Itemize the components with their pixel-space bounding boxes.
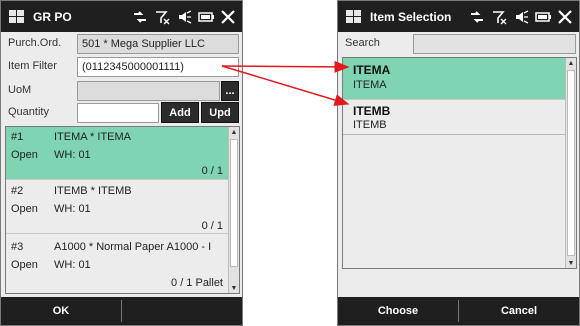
- volume-icon: [176, 9, 192, 25]
- item-name: ITEMA * ITEMA: [54, 131, 132, 143]
- windows-logo-icon[interactable]: [346, 9, 362, 24]
- item-selection-title-bar: Item Selection: [338, 1, 579, 32]
- close-icon[interactable]: [557, 9, 573, 25]
- item-name: ITEMB * ITEMB: [54, 185, 132, 197]
- grpo-window: GR PO Purch.Ord. 501 * Mega Supplier LLC…: [0, 0, 243, 326]
- item-filter-input[interactable]: (0112345000001111): [77, 57, 239, 77]
- item-number: #1: [11, 131, 24, 143]
- list-item[interactable]: #1 ITEMA * ITEMA Open WH: 01 0 / 1: [6, 127, 239, 180]
- scroll-thumb[interactable]: [230, 139, 238, 267]
- uom-browse-button[interactable]: ...: [221, 81, 239, 101]
- item-name: A1000 * Normal Paper A1000 - I: [54, 241, 212, 253]
- item-status: Open: [11, 259, 38, 271]
- scroll-down-icon[interactable]: ▼: [566, 258, 576, 268]
- battery-icon: [198, 9, 214, 25]
- item-description: ITEMA: [353, 79, 387, 91]
- item-selection-list: ITEMA ITEMA ITEMB ITEMB ▲ ▼: [342, 57, 577, 269]
- item-description: ITEMB: [353, 119, 387, 131]
- cancel-softkey[interactable]: Cancel: [459, 297, 579, 325]
- add-button[interactable]: Add: [161, 102, 199, 123]
- right-softkey[interactable]: [122, 297, 242, 325]
- item-status: Open: [11, 149, 38, 161]
- choose-softkey[interactable]: Choose: [338, 297, 458, 325]
- signal-icon: [132, 9, 148, 25]
- item-quantity: 0 / 1: [201, 165, 223, 177]
- quantity-label: Quantity: [8, 106, 49, 118]
- item-status: Open: [11, 203, 38, 215]
- item-code: ITEMB: [353, 104, 391, 118]
- item-warehouse: WH: 01: [54, 203, 91, 215]
- scroll-down-icon[interactable]: ▼: [229, 283, 239, 293]
- signal-icon: [469, 9, 485, 25]
- line-items-list: #1 ITEMA * ITEMA Open WH: 01 0 / 1 #2 IT…: [5, 126, 240, 294]
- scroll-thumb[interactable]: [567, 70, 575, 256]
- battery-icon: [535, 9, 551, 25]
- scroll-up-icon[interactable]: ▲: [229, 127, 239, 137]
- list-scrollbar[interactable]: ▲ ▼: [565, 58, 576, 268]
- list-item[interactable]: #3 A1000 * Normal Paper A1000 - I Open W…: [6, 234, 239, 293]
- item-warehouse: WH: 01: [54, 149, 91, 161]
- purch-ord-field: 501 * Mega Supplier LLC: [77, 34, 239, 54]
- window-title: Item Selection: [370, 9, 452, 24]
- close-icon[interactable]: [220, 9, 236, 25]
- uom-field[interactable]: [77, 81, 220, 101]
- softkey-bar: OK: [1, 297, 242, 325]
- item-filter-label: Item Filter: [8, 60, 57, 72]
- purch-ord-label: Purch.Ord.: [8, 37, 62, 49]
- item-selection-window: Item Selection Search ITEMA ITEMA ITEMB …: [337, 0, 580, 326]
- search-label: Search: [345, 37, 380, 49]
- volume-icon: [513, 9, 529, 25]
- quantity-input[interactable]: [77, 103, 159, 123]
- upd-button[interactable]: Upd: [201, 102, 239, 123]
- item-quantity: 0 / 1 Pallet: [171, 277, 223, 289]
- list-item[interactable]: #2 ITEMB * ITEMB Open WH: 01 0 / 1: [6, 180, 239, 234]
- item-warehouse: WH: 01: [54, 259, 91, 271]
- grpo-title-bar: GR PO: [1, 1, 242, 32]
- scroll-up-icon[interactable]: ▲: [566, 58, 576, 68]
- item-code: ITEMA: [353, 63, 391, 77]
- window-title: GR PO: [33, 9, 72, 24]
- item-quantity: 0 / 1: [201, 220, 223, 232]
- uom-label: UoM: [8, 84, 32, 96]
- no-signal-icon: [154, 9, 170, 25]
- item-number: #3: [11, 241, 24, 253]
- softkey-bar: Choose Cancel: [338, 297, 579, 325]
- list-item[interactable]: ITEMB ITEMB: [343, 100, 576, 135]
- list-scrollbar[interactable]: ▲ ▼: [228, 127, 239, 293]
- list-item[interactable]: ITEMA ITEMA: [343, 58, 576, 100]
- no-signal-icon: [491, 9, 507, 25]
- ok-softkey[interactable]: OK: [1, 297, 121, 325]
- search-input[interactable]: [413, 34, 576, 54]
- windows-logo-icon[interactable]: [9, 9, 25, 24]
- item-number: #2: [11, 185, 24, 197]
